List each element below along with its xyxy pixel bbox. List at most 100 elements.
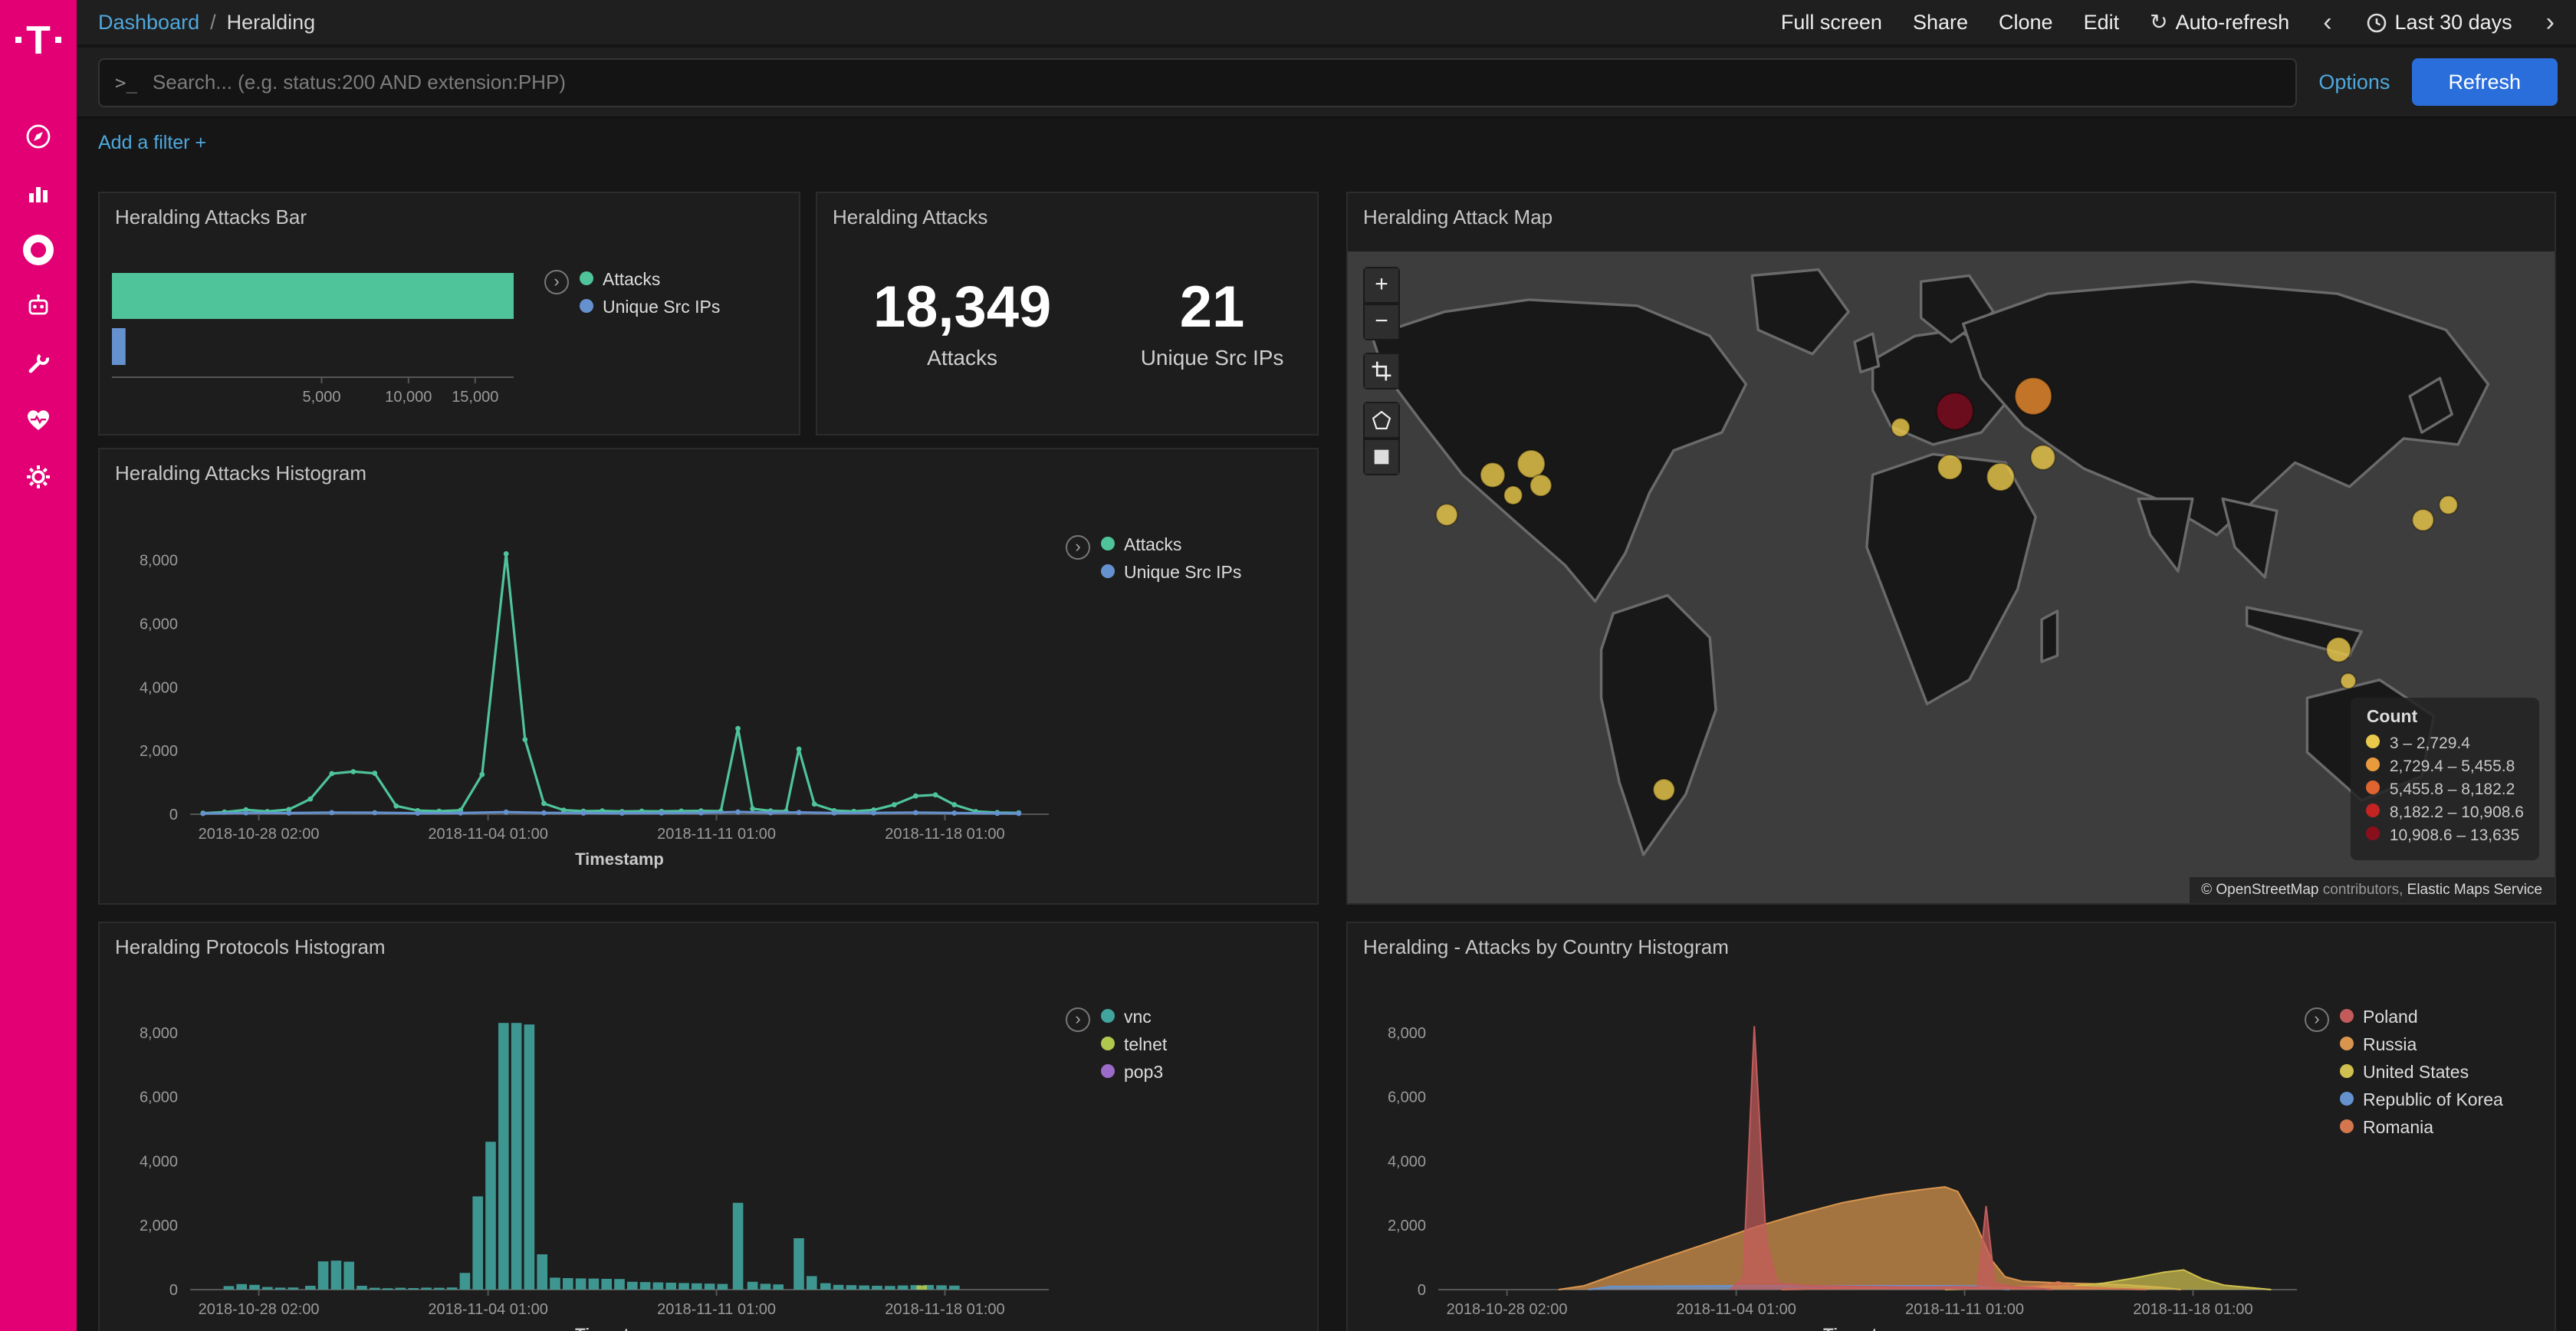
svg-text:2018-11-18 01:00: 2018-11-18 01:00 (885, 826, 1004, 843)
legend-items: vnc telnet pop3 (1101, 1009, 1167, 1092)
svg-text:2018-11-04 01:00: 2018-11-04 01:00 (428, 1301, 547, 1318)
telekom-logo[interactable]: T (0, 0, 77, 80)
panel-country-histogram: Heralding - Attacks by Country Histogram… (1346, 922, 2556, 1331)
legend-toggle-icon[interactable]: › (544, 270, 569, 294)
sidebar-item-visualize[interactable] (0, 164, 77, 221)
svg-text:2018-10-28 02:00: 2018-10-28 02:00 (199, 1301, 320, 1318)
svg-text:2018-11-11 01:00: 2018-11-11 01:00 (657, 1301, 776, 1318)
breadcrumb-separator: / (210, 11, 216, 34)
top-navbar: Dashboard / Heralding Full screen Share Cl… (77, 0, 2576, 46)
time-forward-chevron-icon[interactable]: › (2543, 9, 2558, 35)
svg-text:6,000: 6,000 (140, 1089, 178, 1106)
protocols-histogram-chart[interactable]: 02,0004,0006,0008,0002018-10-28 02:00201… (100, 923, 1320, 1331)
legend-item[interactable]: Republic of Korea (2340, 1092, 2503, 1110)
map-legend-title: Count (2367, 708, 2524, 727)
legend-item[interactable]: Attacks (580, 271, 720, 290)
options-link[interactable]: Options (2318, 71, 2390, 94)
legend-item[interactable]: Attacks (1101, 537, 1241, 555)
panel-attacks-histogram: Heralding Attacks Histogram 02,0004,0006… (98, 448, 1319, 905)
logo-square (15, 37, 21, 43)
metric-unique-src-ips: 21 Unique Src IPs (1107, 274, 1317, 370)
logo-letter: T (26, 20, 51, 60)
dashboard-icon (21, 232, 55, 266)
svg-text:6,000: 6,000 (140, 616, 178, 633)
sidebar-item-honeypot[interactable] (0, 278, 77, 334)
attacks-histogram-chart[interactable]: 02,0004,0006,0008,0002018-10-28 02:00201… (100, 449, 1320, 906)
legend-toggle-icon[interactable]: › (1066, 1007, 1090, 1032)
metric-attacks: 18,349 Attacks (817, 274, 1107, 370)
svg-text:2018-11-18 01:00: 2018-11-18 01:00 (885, 1301, 1004, 1318)
clock-icon (2366, 12, 2387, 33)
legend-items: Attacks Unique Src IPs (580, 271, 720, 327)
search-box: >_ (98, 58, 2297, 107)
svg-text:8,000: 8,000 (1388, 1025, 1426, 1042)
sidebar-item-dashboard[interactable] (0, 221, 77, 278)
refresh-button[interactable]: Refresh (2411, 58, 2558, 106)
legend-item[interactable]: pop3 (1101, 1064, 1167, 1083)
svg-text:10,000: 10,000 (385, 389, 432, 406)
time-back-chevron-icon[interactable]: ‹ (2320, 9, 2334, 35)
visualize-icon (25, 179, 52, 206)
legend-item[interactable]: vnc (1101, 1009, 1167, 1027)
edit-button[interactable]: Edit (2084, 11, 2120, 34)
legend-swatch (2340, 1119, 2354, 1133)
crop-tool-icon[interactable] (1363, 353, 1400, 389)
add-filter-link[interactable]: Add a filter + (98, 132, 206, 153)
legend-swatch (580, 299, 593, 313)
legend-item[interactable]: Unique Src IPs (1101, 564, 1241, 583)
kibana-heralding-dashboard: T D (0, 0, 2576, 1331)
share-button[interactable]: Share (1913, 11, 1968, 34)
legend-item[interactable]: Russia (2340, 1037, 2503, 1055)
map-legend-row: 8,182.2 – 10,908.6 (2367, 804, 2524, 822)
legend-item[interactable]: United States (2340, 1064, 2503, 1083)
svg-text:Timestamp: Timestamp (1823, 1325, 1912, 1331)
legend-item[interactable]: Romania (2340, 1119, 2503, 1138)
legend-item[interactable]: Poland (2340, 1009, 2503, 1027)
breadcrumb-current: Heralding (227, 11, 316, 34)
map-legend-row: 3 – 2,729.4 (2367, 735, 2524, 753)
legend-swatch (2340, 1092, 2354, 1106)
refresh-icon: ↻ (2150, 9, 2167, 35)
sidebar-item-discover[interactable] (0, 107, 77, 164)
navbar-actions: Full screen Share Clone Edit ↻Auto-refre… (1781, 9, 2558, 35)
svg-text:2,000: 2,000 (140, 1218, 178, 1234)
panel-attacks-metric: Heralding Attacks 18,349 Attacks 21 Uniq… (816, 192, 1319, 435)
breadcrumb: Dashboard / Heralding (98, 11, 315, 34)
draw-polygon-icon[interactable] (1363, 402, 1400, 439)
clone-button[interactable]: Clone (1999, 11, 2053, 34)
map-legend-row: 2,729.4 – 5,455.8 (2367, 758, 2524, 776)
wrench-icon (25, 349, 52, 376)
metric-value: 21 (1107, 274, 1317, 342)
logo-square (55, 37, 61, 43)
time-range-picker[interactable]: Last 30 days (2366, 11, 2512, 34)
svg-text:15,000: 15,000 (452, 389, 498, 406)
map-attribution: © OpenStreetMap contributors, Elastic Ma… (2189, 877, 2555, 903)
zoom-out-button[interactable]: − (1363, 304, 1400, 340)
metric-value: 18,349 (817, 274, 1107, 342)
legend-swatch (580, 271, 593, 285)
panel-protocols-histogram: Heralding Protocols Histogram 02,0004,00… (98, 922, 1319, 1331)
svg-text:8,000: 8,000 (140, 1025, 178, 1042)
sidebar-item-monitoring[interactable] (0, 391, 77, 448)
breadcrumb-dashboard[interactable]: Dashboard (98, 11, 199, 34)
sidebar-item-dev-tools[interactable] (0, 334, 77, 391)
auto-refresh-button[interactable]: ↻Auto-refresh (2150, 9, 2289, 35)
search-input[interactable] (150, 69, 2280, 95)
sidebar-item-management[interactable] (0, 448, 77, 504)
svg-text:2018-11-18 01:00: 2018-11-18 01:00 (2133, 1301, 2252, 1318)
legend-swatch (1101, 1064, 1115, 1078)
zoom-in-button[interactable]: + (1363, 267, 1400, 304)
svg-text:2018-10-28 02:00: 2018-10-28 02:00 (199, 826, 320, 843)
legend-item[interactable]: telnet (1101, 1037, 1167, 1055)
draw-rectangle-icon[interactable] (1363, 439, 1400, 475)
legend-swatch (2340, 1064, 2354, 1078)
world-map[interactable]: + − Count 3 – 2,729.42,729.4 – 5,455.85,… (1348, 251, 2555, 903)
svg-text:Timestamp: Timestamp (575, 850, 664, 869)
panel-title: Heralding Attack Map (1348, 193, 2555, 235)
legend-item[interactable]: Unique Src IPs (580, 299, 720, 317)
svg-text:2018-10-28 02:00: 2018-10-28 02:00 (1447, 1301, 1568, 1318)
legend-toggle-icon[interactable]: › (2305, 1007, 2329, 1032)
legend-toggle-icon[interactable]: › (1066, 535, 1090, 560)
svg-text:2,000: 2,000 (140, 743, 178, 760)
full-screen-button[interactable]: Full screen (1781, 11, 1882, 34)
